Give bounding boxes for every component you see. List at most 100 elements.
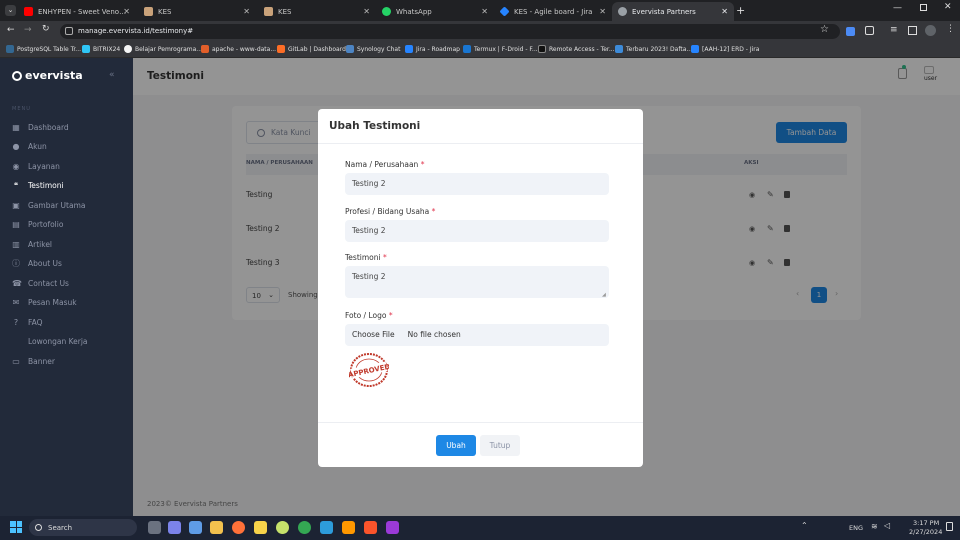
tray-overflow-icon[interactable]: ⌃ bbox=[801, 521, 808, 530]
bookmark-item[interactable]: Synology Chat bbox=[346, 45, 400, 53]
article-icon: ▥ bbox=[12, 239, 20, 249]
minimize-button[interactable]: — bbox=[893, 3, 902, 13]
bookmark-item[interactable]: apache - www-data... bbox=[201, 45, 276, 53]
bookmark-item[interactable]: Termux | F-Droid - F... bbox=[463, 45, 538, 53]
close-icon[interactable]: ✕ bbox=[123, 7, 130, 16]
youtube-icon bbox=[24, 7, 33, 16]
new-tab-button[interactable]: + bbox=[736, 4, 745, 17]
close-icon[interactable]: ✕ bbox=[599, 7, 606, 16]
reload-icon[interactable]: ↻ bbox=[42, 24, 50, 34]
app-icon[interactable] bbox=[386, 521, 399, 534]
site-info-icon[interactable] bbox=[65, 27, 73, 35]
browser-tab[interactable]: KES ✕ bbox=[258, 2, 376, 21]
name-field[interactable]: Testing 2 bbox=[345, 173, 609, 195]
clock-date[interactable]: 2/27/2024 bbox=[909, 528, 942, 536]
wifi-icon[interactable]: ≋ bbox=[871, 522, 878, 531]
close-icon[interactable]: ✕ bbox=[721, 7, 728, 16]
whatsapp-icon bbox=[382, 7, 391, 16]
browser-tab[interactable]: ENHYPEN - Sweet Venom | Pia ✕ bbox=[18, 2, 136, 21]
tab-search-button[interactable]: ⌄ bbox=[5, 5, 16, 16]
sidebar-item-portofolio[interactable]: ▤ Portofolio bbox=[12, 220, 63, 229]
choose-file-button[interactable]: Choose File bbox=[352, 324, 395, 346]
sidebar-item-layanan[interactable]: ◉ Layanan bbox=[12, 162, 60, 171]
taskview-icon[interactable] bbox=[148, 521, 161, 534]
image-icon: ▣ bbox=[12, 200, 20, 210]
maximize-button[interactable] bbox=[920, 4, 927, 11]
close-icon[interactable]: ✕ bbox=[243, 7, 250, 16]
file-input[interactable]: Choose File No file chosen bbox=[345, 324, 609, 346]
bookmark-item[interactable]: BITRIX24 bbox=[82, 45, 120, 53]
quote-icon: ❝ bbox=[13, 180, 19, 190]
apache-icon bbox=[201, 45, 209, 53]
resize-handle[interactable]: ◢ bbox=[602, 292, 606, 298]
sidebar-item-lowongan-kerja[interactable]: Lowongan Kerja bbox=[12, 337, 88, 346]
volume-icon[interactable]: ◁ bbox=[884, 521, 890, 530]
menu-icon[interactable]: ⋮ bbox=[946, 24, 955, 34]
browser-tab[interactable]: WhatsApp ✕ bbox=[376, 2, 494, 21]
bookmark-item[interactable]: Terbaru 2023! Dafta... bbox=[615, 45, 692, 53]
no-file-text: No file chosen bbox=[407, 330, 461, 339]
app-icon[interactable] bbox=[320, 521, 333, 534]
extensions-icon[interactable] bbox=[865, 26, 874, 35]
close-window-button[interactable]: ✕ bbox=[944, 2, 952, 12]
bookmark-item[interactable]: [AAH-12] ERD - Jira bbox=[691, 45, 759, 53]
lang-indicator[interactable]: ENG bbox=[849, 524, 863, 532]
jira-icon bbox=[691, 45, 699, 53]
approved-stamp-image: APPROVED bbox=[347, 353, 391, 387]
mail-icon: ✉ bbox=[12, 297, 20, 307]
sidebar-item-testimoni[interactable]: ❝ Testimoni bbox=[12, 181, 64, 190]
sidebar-item-contact-us[interactable]: ☎ Contact Us bbox=[12, 279, 69, 288]
sidepanel-icon[interactable] bbox=[908, 26, 917, 35]
bookmark-item[interactable]: Jira - Roadmap bbox=[405, 45, 460, 53]
sidebar-item-about-us[interactable]: ⓘ About Us bbox=[12, 259, 62, 268]
teams-icon[interactable] bbox=[168, 521, 181, 534]
media-icon[interactable]: ≡ bbox=[890, 25, 898, 35]
brave-icon[interactable] bbox=[364, 521, 377, 534]
sidebar-collapse-icon[interactable]: « bbox=[109, 70, 115, 80]
sidebar-item-gambar-utama[interactable]: ▣ Gambar Utama bbox=[12, 201, 85, 210]
profession-field[interactable]: Testing 2 bbox=[345, 220, 609, 242]
url-input[interactable]: manage.evervista.id/testimony# bbox=[60, 24, 840, 39]
brand-logo[interactable]: evervista bbox=[12, 69, 83, 82]
browser-tab[interactable]: KES ✕ bbox=[138, 2, 256, 21]
bookmark-item[interactable]: Remote Access - Ter... bbox=[538, 45, 615, 53]
firefox-icon[interactable] bbox=[232, 521, 245, 534]
forward-icon[interactable]: → bbox=[24, 25, 32, 35]
explorer-icon[interactable] bbox=[210, 521, 223, 534]
close-icon[interactable]: ✕ bbox=[363, 7, 370, 16]
sidebar-item-dashboard[interactable]: ▦ Dashboard bbox=[12, 123, 68, 132]
name-label: Nama / Perusahaan * bbox=[345, 160, 425, 169]
browser-tab-active[interactable]: Evervista Partners ✕ bbox=[612, 2, 734, 21]
logo-preview: APPROVED bbox=[347, 352, 391, 388]
taskbar bbox=[0, 516, 960, 540]
app-icon[interactable] bbox=[276, 521, 289, 534]
bookmark-item[interactable]: PostgreSQL Table Tr... bbox=[6, 45, 81, 53]
user-icon: ● bbox=[12, 141, 20, 151]
submit-button[interactable]: Ubah bbox=[436, 435, 476, 456]
sticky-notes-icon[interactable] bbox=[254, 521, 267, 534]
sidebar-item-pesan-masuk[interactable]: ✉ Pesan Masuk bbox=[12, 298, 77, 307]
back-icon[interactable]: ← bbox=[7, 25, 15, 35]
notification-center-icon[interactable] bbox=[946, 522, 953, 531]
browser-tab[interactable]: KES - Agile board - Jira ✕ bbox=[494, 2, 612, 21]
bookmark-item[interactable]: GitLab | Dashboard bbox=[277, 45, 346, 53]
profile-avatar[interactable] bbox=[925, 25, 936, 36]
sidebar-item-faq[interactable]: ? FAQ bbox=[12, 318, 43, 327]
sidebar-item-banner[interactable]: ▭ Banner bbox=[12, 357, 55, 366]
extension-icon[interactable] bbox=[846, 27, 855, 36]
chat-icon[interactable] bbox=[189, 521, 202, 534]
clock-time[interactable]: 3:17 PM bbox=[913, 519, 939, 527]
testimony-textarea[interactable]: Testing 2 bbox=[345, 266, 609, 298]
bookmark-item[interactable]: Belajar Pemrograma... bbox=[124, 45, 202, 53]
sidebar-item-artikel[interactable]: ▥ Artikel bbox=[12, 240, 52, 249]
sidebar-item-akun[interactable]: ● Akun bbox=[12, 142, 47, 151]
chrome-icon[interactable] bbox=[298, 521, 311, 534]
sublime-icon[interactable] bbox=[342, 521, 355, 534]
menu-heading: MENU bbox=[12, 106, 31, 112]
bookmark-star-icon[interactable]: ☆ bbox=[820, 24, 829, 35]
close-button[interactable]: Tutup bbox=[480, 435, 520, 456]
taskbar-search[interactable]: Search bbox=[29, 519, 137, 536]
close-icon[interactable]: ✕ bbox=[481, 7, 488, 16]
windows-start-icon[interactable] bbox=[10, 521, 22, 533]
synology-icon bbox=[346, 45, 354, 53]
